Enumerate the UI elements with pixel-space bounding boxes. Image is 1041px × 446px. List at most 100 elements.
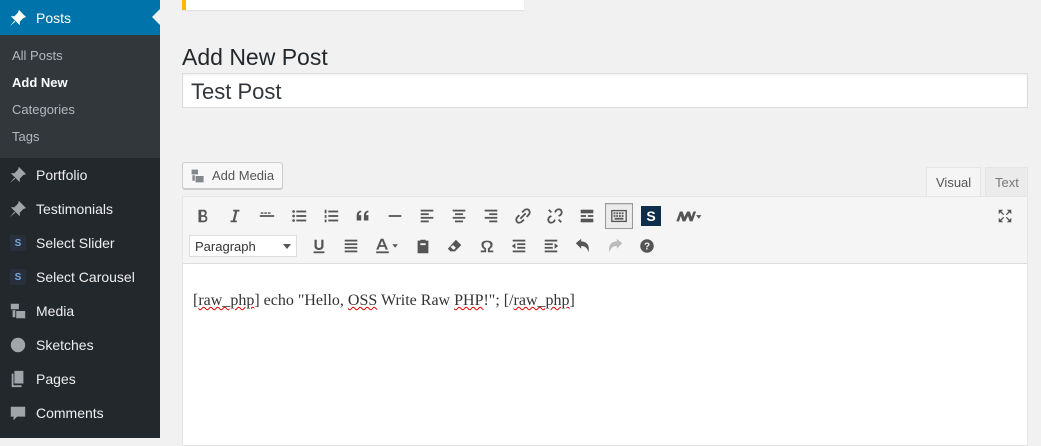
- s-plugin-button[interactable]: S: [635, 202, 667, 230]
- align-center-icon: [452, 209, 466, 223]
- omega-icon: [480, 240, 494, 253]
- chevron-down-icon: [283, 243, 291, 249]
- pin-icon: [0, 158, 36, 192]
- justify-icon: [344, 239, 358, 253]
- distraction-free-button[interactable]: [989, 202, 1021, 230]
- outdent-button[interactable]: [503, 232, 535, 260]
- link-icon: [515, 208, 531, 224]
- paste-text-button[interactable]: [407, 232, 439, 260]
- menu-portfolio-label: Portfolio: [36, 167, 88, 183]
- submenu-tags[interactable]: Tags: [0, 123, 160, 150]
- media-icon: [191, 169, 204, 182]
- content-text-misspelled: OSS: [347, 292, 378, 309]
- italic-icon: [230, 209, 240, 223]
- text-color-button[interactable]: [367, 232, 407, 260]
- underline-icon: [313, 239, 325, 254]
- fullscreen-icon: [998, 209, 1012, 223]
- text-color-icon: [376, 238, 398, 254]
- clipboard-icon: [417, 239, 429, 254]
- editor-toolbar: S Paragraph ?: [183, 197, 1027, 264]
- tab-visual[interactable]: Visual: [926, 167, 982, 197]
- menu-portfolio[interactable]: Portfolio: [0, 158, 160, 192]
- align-left-button[interactable]: [411, 202, 443, 230]
- comments-icon: [0, 396, 36, 430]
- remove-link-button[interactable]: [539, 202, 571, 230]
- menu-testimonials-label: Testimonials: [36, 201, 114, 217]
- undo-icon: [575, 238, 589, 253]
- eraser-icon: [447, 239, 462, 252]
- format-select[interactable]: Paragraph: [189, 235, 297, 257]
- insert-link-button[interactable]: [507, 202, 539, 230]
- italic-button[interactable]: [219, 202, 251, 230]
- underline-button[interactable]: [303, 232, 335, 260]
- menu-pages[interactable]: Pages: [0, 362, 160, 396]
- redo-icon: [609, 238, 623, 253]
- horizontal-line-icon: [388, 215, 402, 217]
- unlink-icon: [547, 208, 563, 224]
- add-media-button[interactable]: Add Media: [182, 162, 284, 189]
- clear-formatting-button[interactable]: [439, 232, 471, 260]
- menu-testimonials[interactable]: Testimonials: [0, 192, 160, 226]
- menu-select-slider[interactable]: S Select Slider: [0, 226, 160, 260]
- toolbar-toggle-button[interactable]: [605, 203, 633, 229]
- admin-notice: [182, 0, 524, 10]
- menu-select-carousel[interactable]: S Select Carousel: [0, 260, 160, 294]
- menu-sketches[interactable]: Sketches: [0, 328, 160, 362]
- editor-content[interactable]: [raw_php] echo "Hello, OSS Write Raw PHP…: [183, 264, 1027, 310]
- help-button[interactable]: ?: [631, 232, 663, 260]
- plugin-dropdown-button[interactable]: [667, 202, 709, 230]
- menu-comments[interactable]: Comments: [0, 396, 160, 430]
- add-media-label: Add Media: [212, 168, 275, 183]
- admin-sidebar: Posts All Posts Add New Categories Tags …: [0, 0, 160, 438]
- redo-button[interactable]: [599, 232, 631, 260]
- menu-select-slider-label: Select Slider: [36, 235, 115, 251]
- content-text: !"; [/: [483, 292, 514, 309]
- menu-posts[interactable]: Posts: [0, 0, 160, 35]
- format-select-value: Paragraph: [195, 238, 256, 254]
- media-icon: [0, 294, 36, 328]
- submenu-add-new[interactable]: Add New: [0, 69, 160, 96]
- menu-media[interactable]: Media: [0, 294, 160, 328]
- content-text: Write Raw: [377, 292, 455, 309]
- bold-icon: [198, 209, 208, 223]
- content-text-misspelled: PHP: [454, 292, 484, 309]
- s-icon: S: [10, 269, 26, 285]
- align-left-icon: [420, 209, 434, 223]
- justify-button[interactable]: [335, 232, 367, 260]
- plugin-m-icon: [676, 211, 702, 222]
- quote-icon: [356, 210, 369, 221]
- pin-icon: [0, 1, 36, 35]
- read-more-icon: [580, 209, 594, 223]
- bullet-list-icon: [292, 210, 307, 222]
- menu-comments-label: Comments: [36, 405, 104, 421]
- horizontal-line-button[interactable]: [379, 202, 411, 230]
- blockquote-button[interactable]: [347, 202, 379, 230]
- indent-button[interactable]: [535, 232, 567, 260]
- special-character-button[interactable]: [471, 232, 503, 260]
- tab-text[interactable]: Text: [985, 167, 1028, 197]
- bold-button[interactable]: [187, 202, 219, 230]
- read-more-button[interactable]: [571, 202, 603, 230]
- menu-sketches-label: Sketches: [36, 337, 94, 353]
- align-right-button[interactable]: [475, 202, 507, 230]
- bullet-list-button[interactable]: [283, 202, 315, 230]
- s-icon: S: [10, 235, 26, 251]
- menu-pages-label: Pages: [36, 371, 76, 387]
- submenu-all-posts[interactable]: All Posts: [0, 42, 160, 69]
- content-text-misspelled: raw_php: [513, 292, 570, 309]
- keyboard-icon: [611, 209, 627, 223]
- post-title-input[interactable]: Test Post: [182, 73, 1028, 108]
- strikethrough-button[interactable]: [251, 202, 283, 230]
- menu-posts-label: Posts: [36, 9, 72, 26]
- align-center-button[interactable]: [443, 202, 475, 230]
- numbered-list-button[interactable]: [315, 202, 347, 230]
- undo-button[interactable]: [567, 232, 599, 260]
- menu-select-carousel-label: Select Carousel: [36, 269, 135, 285]
- submenu-categories[interactable]: Categories: [0, 96, 160, 123]
- editor: S Paragraph ? [raw_php] echo "Hello, OSS…: [182, 196, 1028, 446]
- s-plugin-icon: S: [641, 206, 661, 226]
- content-text: ]: [569, 292, 575, 309]
- sketches-icon: [0, 328, 36, 362]
- align-right-icon: [484, 209, 498, 223]
- strikethrough-icon: [259, 212, 275, 217]
